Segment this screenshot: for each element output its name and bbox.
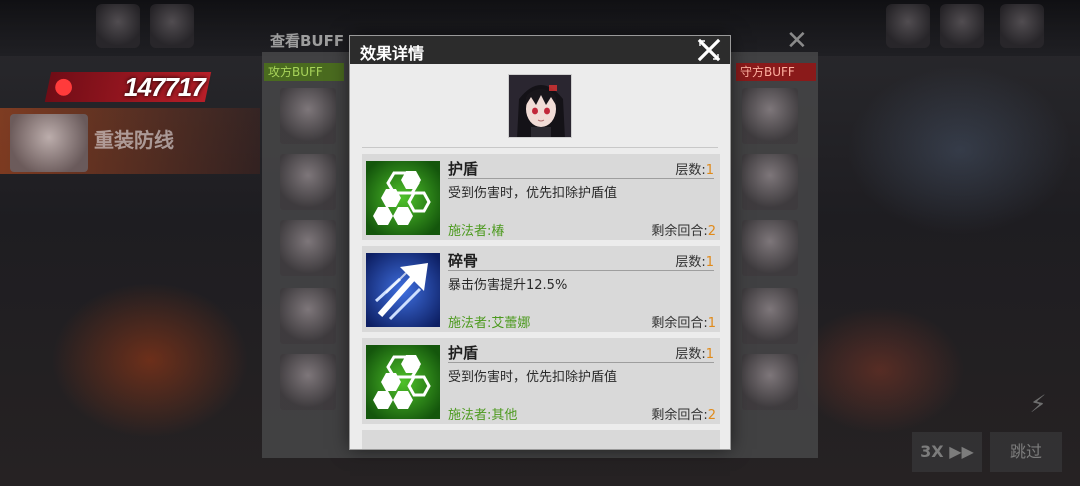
skip-button[interactable]: 跳过: [990, 432, 1062, 472]
defender-avatar[interactable]: [742, 88, 798, 144]
effect-details-dialog: 效果详情 护盾 层数:1 受到伤害时，优先扣除护盾值 施法者:椿 剩余回合:2 …: [350, 36, 730, 449]
turns-label: 剩余回合:: [651, 408, 708, 423]
layers-value: 1: [705, 255, 714, 270]
attacker-buff-tab: 攻方BUFF: [264, 63, 344, 81]
defender-avatar[interactable]: [742, 220, 798, 276]
unit-avatar: [940, 4, 984, 48]
buff-card: 护盾 层数:1 受到伤害时，优先扣除护盾值 施法者:其他 剩余回合:2: [362, 338, 720, 424]
defender-buff-tab: 守方BUFF: [736, 63, 816, 81]
buff-name: 护盾: [448, 160, 479, 178]
turns-label: 剩余回合:: [651, 224, 708, 239]
boss-avatar: [10, 114, 88, 172]
dialog-divider: [362, 147, 718, 148]
turns-value: 2: [707, 408, 716, 423]
buff-description: 受到伤害时，优先扣除护盾值: [448, 370, 618, 385]
buff-rule: [448, 362, 714, 363]
buff-caster: 施法者:椿: [448, 224, 505, 239]
damage-number: 147717: [124, 72, 206, 102]
buff-layer-count: 层数:1: [675, 251, 714, 270]
buff-rule: [448, 270, 714, 271]
defender-avatar[interactable]: [742, 288, 798, 344]
dialog-title: 效果详情: [360, 44, 425, 63]
buff-remaining-turns: 剩余回合:1: [651, 312, 716, 331]
unit-avatar: [886, 4, 930, 48]
crit-arrow-icon: [366, 253, 440, 327]
buff-description: 受到伤害时，优先扣除护盾值: [448, 186, 618, 201]
dialog-header: 效果详情: [350, 36, 730, 64]
layers-label: 层数:: [675, 163, 706, 178]
buff-name: 护盾: [448, 344, 479, 362]
turns-value: 2: [707, 224, 716, 239]
buff-panel-close-icon[interactable]: ✕: [786, 28, 808, 54]
layers-label: 层数:: [675, 347, 706, 362]
turns-value: 1: [707, 316, 716, 331]
buff-layer-count: 层数:1: [675, 159, 714, 178]
unit-avatar: [96, 4, 140, 48]
boss-name: 重装防线: [94, 128, 174, 152]
buff-card: 护盾 层数:1 受到伤害时，优先扣除护盾值 施法者:椿 剩余回合:2: [362, 154, 720, 240]
shield-hexagon-icon: [366, 161, 440, 235]
buff-layer-count: 层数:1: [675, 343, 714, 362]
attacker-avatar[interactable]: [280, 88, 336, 144]
unit-avatar: [150, 4, 194, 48]
shield-hexagon-icon: [366, 345, 440, 419]
buff-remaining-turns: 剩余回合:2: [651, 220, 716, 239]
speed-button[interactable]: 3X ▶▶: [912, 432, 982, 472]
buff-name: 碎骨: [448, 252, 479, 270]
close-icon[interactable]: [696, 38, 722, 62]
attacker-avatar[interactable]: [280, 220, 336, 276]
buff-rule: [448, 178, 714, 179]
buff-description: 暴击伤害提升12.5%: [448, 278, 568, 293]
buff-card-partial: [362, 430, 720, 449]
attacker-avatar[interactable]: [280, 354, 336, 410]
buff-card: 碎骨 层数:1 暴击伤害提升12.5% 施法者:艾蕾娜 剩余回合:1: [362, 246, 720, 332]
buff-remaining-turns: 剩余回合:2: [651, 404, 716, 423]
turns-label: 剩余回合:: [651, 316, 708, 331]
buff-caster: 施法者:艾蕾娜: [448, 316, 531, 331]
auto-lightning-icon[interactable]: ⚡: [1018, 384, 1058, 424]
defender-avatar[interactable]: [742, 154, 798, 210]
attacker-avatar[interactable]: [280, 154, 336, 210]
blood-drop-icon: ●: [54, 74, 74, 99]
layers-label: 层数:: [675, 255, 706, 270]
character-portrait: [508, 74, 572, 138]
buff-caster: 施法者:其他: [448, 408, 518, 423]
buff-detail-list[interactable]: 护盾 层数:1 受到伤害时，优先扣除护盾值 施法者:椿 剩余回合:2 碎骨 层数…: [362, 154, 720, 449]
attacker-avatar[interactable]: [280, 288, 336, 344]
unit-avatar: [1000, 4, 1044, 48]
layers-value: 1: [705, 347, 714, 362]
buff-panel-title: 查看BUFF: [270, 32, 345, 50]
defender-avatar[interactable]: [742, 354, 798, 410]
layers-value: 1: [705, 163, 714, 178]
